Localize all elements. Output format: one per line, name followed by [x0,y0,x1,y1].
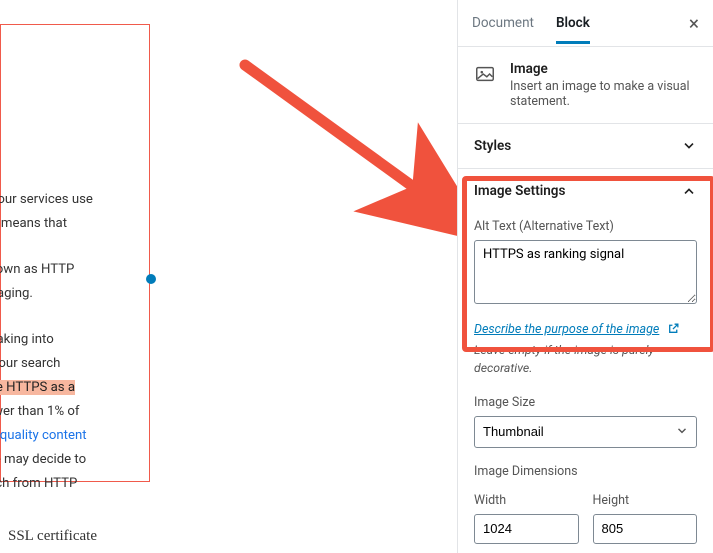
document-preview: that our services use That means that o … [0,24,150,494]
alt-text-label: Alt Text (Alternative Text) [474,219,697,234]
image-caption-text: SSL certificate [8,528,97,545]
chevron-up-icon [681,183,697,199]
describe-purpose-link[interactable]: Describe the purpose of the image [474,322,659,337]
image-size-label: Image Size [474,395,697,410]
inspector-sidebar: Document Block × Image Insert an image t… [457,0,713,553]
block-description: Image Insert an image to make a visual s… [458,47,713,124]
panel-styles-toggle[interactable]: Styles [458,124,713,168]
highlighted-text: o use HTTPS as a [0,380,75,395]
height-input[interactable] [593,514,698,544]
annotation-arrow [230,50,480,240]
sidebar-tabs: Document Block × [458,0,713,47]
panel-image-settings: Image Settings Alt Text (Alternative Tex… [458,169,713,553]
image-dimensions-label: Image Dimensions [474,464,697,479]
document-body-text: that our services use That means that o … [0,188,141,496]
height-label: Height [593,493,698,508]
tab-document[interactable]: Document [472,2,534,44]
width-input[interactable] [474,514,579,544]
alt-text-input[interactable] [474,240,697,304]
selected-image-frame[interactable]: that our services use That means that o … [0,24,150,482]
panel-image-settings-toggle[interactable]: Image Settings [458,169,713,213]
resize-handle[interactable] [146,274,156,284]
image-icon [474,63,496,85]
chevron-down-icon [681,138,697,154]
block-title: Image [510,61,697,77]
external-link-icon [667,320,680,339]
tab-block[interactable]: Block [556,2,590,44]
panel-styles: Styles [458,124,713,169]
block-subtitle: Insert an image to make a visual stateme… [510,79,697,109]
alt-text-hint: Leave empty if the image is purely decor… [474,343,697,379]
body-link[interactable]: high-quality content [0,428,87,443]
image-size-select[interactable]: Thumbnail [474,416,697,448]
close-sidebar-button[interactable]: × [689,14,699,33]
width-label: Width [474,493,579,508]
